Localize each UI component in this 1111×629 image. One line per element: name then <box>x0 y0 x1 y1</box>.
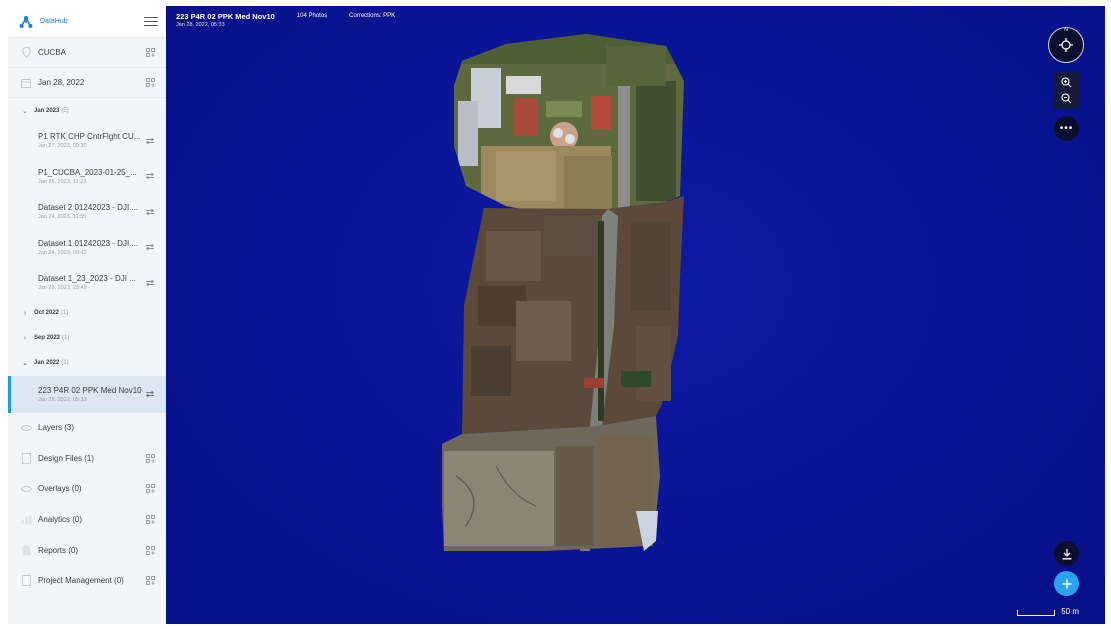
file-icon <box>20 452 32 464</box>
scale-line <box>1017 610 1056 616</box>
dataset-item[interactable]: P1 RTK CHP CntrFlght CU... Jan 27, 2023,… <box>8 123 166 159</box>
group-jan-2023[interactable]: ⌄ Jan 2023 (5) <box>8 98 166 123</box>
group-label: Sep 2022 <box>34 335 61 341</box>
download-button[interactable] <box>1054 541 1079 566</box>
section-overlays[interactable]: Overlays (0) <box>8 474 166 505</box>
dataset-item[interactable]: Dataset 1 01242023 - DJI ... Jan 24, 202… <box>8 230 166 266</box>
project-selector[interactable]: CUCBA <box>8 38 166 68</box>
compare-icon[interactable] <box>144 241 156 253</box>
section-label: Design Files (1) <box>38 453 95 463</box>
dataset-item[interactable]: Dataset 2 01242023 - DJI ... Jan 24, 202… <box>8 194 166 230</box>
scale-bar: 50 m <box>1017 608 1079 616</box>
dataset-date: Jan 23, 2023, 23:49 <box>38 285 87 292</box>
grid-add-icon[interactable] <box>144 575 156 587</box>
section-label: Overlays (0) <box>38 484 82 494</box>
zoom-controls <box>1053 71 1079 109</box>
dataset-name: Dataset 1_23_2023 - DJI ... <box>38 274 136 284</box>
grid-add-icon[interactable] <box>144 514 156 526</box>
compare-icon[interactable] <box>144 277 156 289</box>
dataset-header: 223 P4R 02 PPK Med Nov10 Jan 28, 2022, 0… <box>176 12 395 28</box>
dataset-item-active[interactable]: 223 P4R 02 PPK Med Nov10 Jan 28, 2022, 0… <box>8 375 166 413</box>
section-label: Project Management (0) <box>38 576 124 586</box>
crosshair-icon <box>1059 38 1073 52</box>
corrections-status: Corrections: PPK <box>349 13 396 19</box>
compare-icon[interactable] <box>144 388 156 400</box>
chevron-right-icon: › <box>23 334 27 342</box>
sidebar: DataHub CUCBA Jan 28, 2022 ⌄ Jan 2023 (5… <box>8 6 166 624</box>
compass-north-label: N <box>1064 27 1068 33</box>
datahub-logo-icon[interactable] <box>18 14 34 30</box>
dataset-date: Jan 24, 2023, 11:55 <box>38 214 87 221</box>
chevron-down-icon: ⌄ <box>22 107 28 115</box>
dataset-title: 223 P4R 02 PPK Med Nov10 <box>176 12 275 21</box>
group-count: (1) <box>61 310 69 316</box>
app-name[interactable]: DataHub <box>40 18 144 25</box>
compare-icon[interactable] <box>144 206 156 218</box>
zoom-in-icon[interactable] <box>1059 75 1073 89</box>
dataset-date: Jan 28, 2022, 05:33 <box>176 22 225 28</box>
compare-icon[interactable] <box>144 170 156 182</box>
eye-icon <box>20 422 32 434</box>
grid-add-icon[interactable] <box>144 544 156 556</box>
group-count: (1) <box>61 360 69 366</box>
group-label: Jan 2022 <box>34 360 60 366</box>
plus-icon <box>1062 579 1071 588</box>
orthomosaic-image <box>442 34 684 551</box>
chevron-down-icon: ⌄ <box>22 360 28 367</box>
group-jan-2022[interactable]: ⌄ Jan 2022 (1) <box>8 351 166 376</box>
map-viewport[interactable]: 223 P4R 02 PPK Med Nov10 Jan 28, 2022, 0… <box>166 6 1105 624</box>
section-label: Layers (3) <box>38 423 75 433</box>
scale-label: 50 m <box>1061 607 1079 616</box>
photo-count: 104 Photos <box>296 13 328 19</box>
dataset-name: P1_CUCBA_2023-01-25_... <box>38 167 137 177</box>
dataset-item[interactable]: P1_CUCBA_2023-01-25_... Jan 25, 2023, 11… <box>8 159 166 195</box>
brand-bar: DataHub <box>8 6 166 38</box>
grid-add-icon[interactable] <box>144 77 156 89</box>
dataset-name: Dataset 2 01242023 - DJI ... <box>38 203 139 213</box>
section-design-files[interactable]: Design Files (1) <box>8 443 166 474</box>
group-label: Oct 2022 <box>34 310 60 316</box>
project-name: CUCBA <box>38 48 67 57</box>
dataset-date: Jan 27, 2023, 09:30 <box>38 143 87 150</box>
group-label: Jan 2023 <box>34 107 60 114</box>
add-button[interactable] <box>1054 571 1079 596</box>
file-icon <box>20 575 32 587</box>
group-oct-2022[interactable]: › Oct 2022 (1) <box>8 301 166 326</box>
dataset-date: Jan 28, 2022, 05:33 <box>38 396 87 403</box>
group-count: (5) <box>61 107 69 114</box>
eye-icon <box>20 483 32 495</box>
dataset-name: 223 P4R 02 PPK Med Nov10 <box>38 385 142 395</box>
chevron-right-icon: › <box>23 309 27 317</box>
menu-icon[interactable] <box>144 15 158 29</box>
selected-date: Jan 28, 2022 <box>38 78 85 87</box>
grid-add-icon[interactable] <box>144 452 156 464</box>
group-sep-2022[interactable]: › Sep 2022 (1) <box>8 326 166 351</box>
compare-icon[interactable] <box>144 135 156 147</box>
section-layers[interactable]: Layers (3) <box>8 413 166 444</box>
section-project-management[interactable]: Project Management (0) <box>8 565 166 596</box>
dataset-item[interactable]: Dataset 1_23_2023 - DJI ... Jan 23, 2023… <box>8 265 166 301</box>
download-icon <box>1062 548 1071 559</box>
calendar-icon <box>20 77 32 89</box>
group-count: (1) <box>62 335 70 341</box>
dataset-date: Jan 24, 2023, 09:42 <box>38 249 87 256</box>
grid-add-icon[interactable] <box>144 483 156 495</box>
grid-add-icon[interactable] <box>144 47 156 59</box>
dataset-name: P1 RTK CHP CntrFlght CU... <box>38 132 141 142</box>
section-reports[interactable]: Reports (0) <box>8 535 166 566</box>
dataset-name: Dataset 1 01242023 - DJI ... <box>38 238 139 248</box>
section-analytics[interactable]: Analytics (0) <box>8 504 166 535</box>
more-options-button[interactable]: ••• <box>1054 116 1079 141</box>
bar-chart-icon <box>20 514 32 526</box>
compass-button[interactable]: N <box>1048 27 1084 63</box>
dataset-date: Jan 25, 2023, 11:23 <box>38 178 87 185</box>
section-label: Analytics (0) <box>38 515 83 525</box>
zoom-out-icon[interactable] <box>1059 91 1073 105</box>
report-icon <box>20 544 32 556</box>
date-selector[interactable]: Jan 28, 2022 <box>8 68 166 98</box>
section-label: Reports (0) <box>38 545 79 555</box>
location-pin-icon <box>20 47 32 59</box>
